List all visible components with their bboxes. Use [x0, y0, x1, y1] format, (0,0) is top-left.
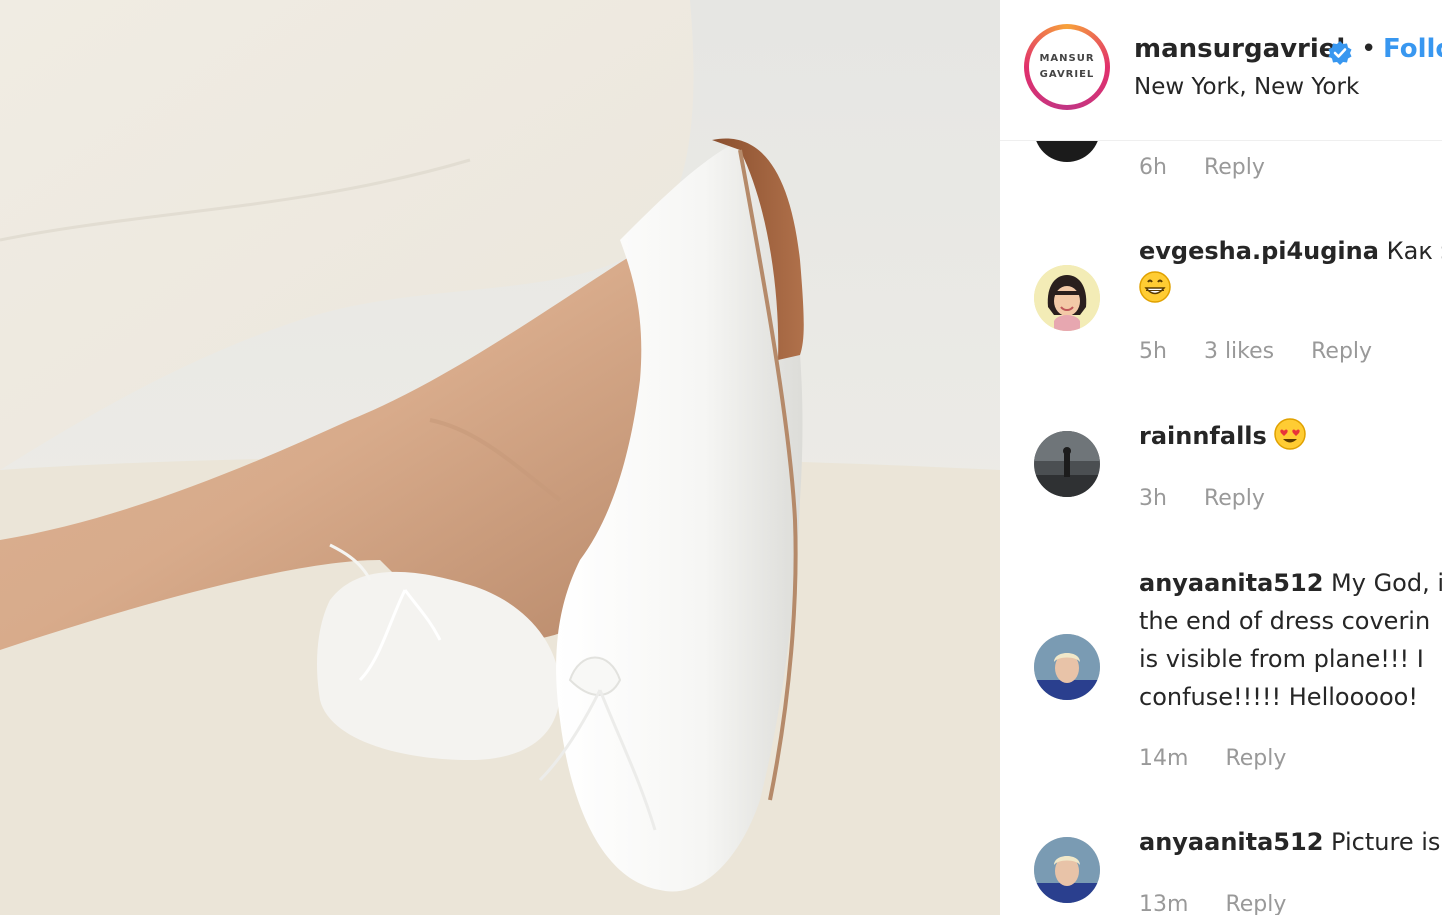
comment-body: Как э	[1386, 237, 1442, 265]
comment-username[interactable]: rainnfalls	[1139, 422, 1267, 450]
comment-body-line: is visible from plane!!! I	[1139, 645, 1424, 673]
comment-meta: 6h Reply	[1139, 155, 1295, 180]
comment-time: 14m	[1139, 746, 1189, 771]
comment-username[interactable]: evgesha.pi4ugina	[1139, 237, 1379, 265]
profile-username[interactable]: mansurgavriel	[1134, 34, 1345, 64]
brand-logo: MANSUR GAVRIEL	[1029, 29, 1105, 105]
reply-button[interactable]: Reply	[1225, 892, 1286, 915]
logo-line: MANSUR	[1039, 53, 1095, 64]
profile-avatar[interactable]: MANSUR GAVRIEL	[1024, 24, 1110, 110]
separator-dot: •	[1361, 34, 1377, 64]
comment-text: evgesha.pi4ugina Как э	[1139, 232, 1442, 270]
post-image[interactable]	[0, 0, 1000, 915]
comment-avatar[interactable]	[1034, 634, 1100, 700]
comment-text: anyaanita512 Picture is	[1139, 823, 1440, 861]
comment-meta: 14m Reply	[1139, 746, 1316, 771]
comment-body-line: the end of dress coverin	[1139, 607, 1431, 635]
comment-text: rainnfalls	[1139, 417, 1307, 455]
reply-button[interactable]: Reply	[1204, 155, 1265, 180]
comment-body-line: My God, i	[1331, 569, 1442, 597]
comment-body-line: confuse!!!!! Hellooooo!	[1139, 683, 1418, 711]
comment-meta: 3h Reply	[1139, 486, 1295, 511]
comment-likes[interactable]: 3 likes	[1204, 339, 1274, 364]
comment-body: Picture is	[1331, 828, 1441, 856]
reply-button[interactable]: Reply	[1311, 339, 1372, 364]
follow-button[interactable]: Follo	[1383, 34, 1442, 64]
comment-avatar[interactable]	[1034, 837, 1100, 903]
comment-avatar[interactable]	[1034, 431, 1100, 497]
comment-username[interactable]: anyaanita512	[1139, 569, 1323, 597]
comment-meta: 5h 3 likes Reply	[1139, 339, 1402, 364]
verified-badge-icon	[1328, 41, 1352, 65]
post-side-panel: 6h Reply evgesha.pi4ugina Как э	[1000, 0, 1442, 915]
comment-text-line	[1139, 270, 1171, 308]
comment-username[interactable]: anyaanita512	[1139, 828, 1323, 856]
comment-avatar[interactable]	[1034, 265, 1100, 331]
reply-button[interactable]: Reply	[1225, 746, 1286, 771]
post-header: MANSUR GAVRIEL mansurgavriel • Follo New…	[1000, 0, 1442, 141]
comment-text: anyaanita512 My God, i	[1139, 564, 1442, 602]
reply-button[interactable]: Reply	[1204, 486, 1265, 511]
comment-time: 6h	[1139, 155, 1167, 180]
comment-time: 5h	[1139, 339, 1167, 364]
post-location[interactable]: New York, New York	[1134, 74, 1359, 100]
logo-line: GAVRIEL	[1039, 69, 1095, 80]
comment-meta: 13m Reply	[1139, 892, 1316, 915]
comment-time: 13m	[1139, 892, 1189, 915]
heart-eyes-emoji-icon	[1274, 418, 1307, 450]
comment-time: 3h	[1139, 486, 1167, 511]
grinning-emoji-icon	[1139, 271, 1171, 303]
shoe-photo	[0, 0, 1000, 915]
